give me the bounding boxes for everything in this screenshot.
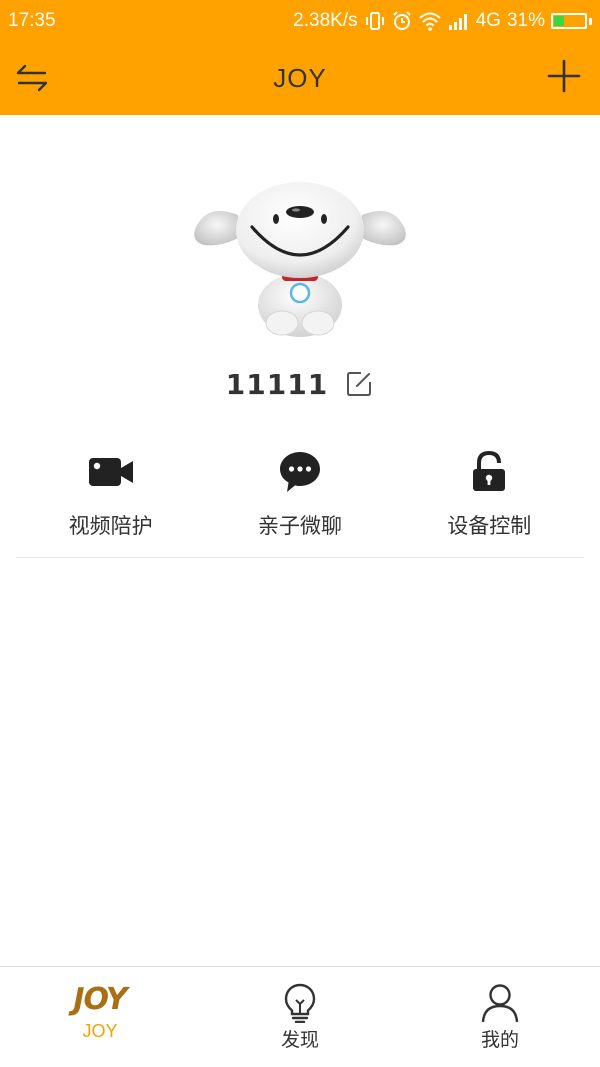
network-type: 4G [475, 10, 501, 31]
tab-mine[interactable]: 我的 [400, 967, 600, 1067]
feature-label: 亲子微聊 [257, 514, 342, 538]
person-icon [481, 983, 519, 1023]
plus-icon [547, 59, 581, 93]
page-title: JOY [273, 63, 327, 93]
status-indicators: 2.38K/s 4G 31% [293, 10, 592, 32]
feature-label: 视频陪护 [68, 514, 153, 538]
device-name: 11111 [225, 367, 329, 401]
wifi-icon [418, 11, 442, 31]
tab-label: 发现 [280, 1029, 319, 1051]
video-companion-button[interactable]: 视频陪护 [16, 440, 205, 557]
lock-icon [471, 444, 507, 500]
status-time: 17:35 [8, 10, 56, 31]
net-speed: 2.38K/s [293, 10, 358, 31]
family-chat-button[interactable]: 亲子微聊 [205, 440, 394, 557]
app-bar: JOY [0, 42, 600, 115]
tab-discover[interactable]: 发现 [200, 967, 400, 1067]
tab-label: 我的 [480, 1029, 519, 1051]
tab-joy[interactable]: JOY JOY [0, 967, 200, 1067]
feature-row: 视频陪护 亲子微聊 设备控制 [16, 440, 584, 558]
tab-label: JOY [82, 1021, 118, 1041]
battery-tip [589, 17, 592, 25]
feature-label: 设备控制 [447, 514, 532, 538]
switch-device-button[interactable] [14, 60, 50, 96]
lightbulb-icon [283, 983, 317, 1024]
status-bar: 17:35 2.38K/s 4G 31% [0, 0, 600, 42]
bottom-tab-bar: JOY JOY 发现 我的 [0, 966, 600, 1067]
add-device-button[interactable] [546, 58, 582, 94]
chat-bubble-icon [278, 444, 322, 500]
alarm-icon [392, 11, 412, 31]
device-avatar [190, 175, 410, 345]
edit-icon [347, 372, 372, 396]
battery-level [554, 16, 564, 26]
edit-name-button[interactable] [344, 369, 374, 399]
vibrate-icon [364, 11, 386, 31]
battery-percent: 31% [506, 10, 545, 31]
switch-arrows-icon [16, 64, 48, 92]
joy-logo: JOY [73, 982, 127, 1017]
video-camera-icon [88, 444, 134, 500]
joy-robot-image [194, 182, 406, 337]
device-name-row: 11111 [0, 362, 600, 406]
device-control-button[interactable]: 设备控制 [395, 440, 584, 557]
battery-icon [551, 13, 587, 29]
signal-icon [448, 11, 470, 31]
